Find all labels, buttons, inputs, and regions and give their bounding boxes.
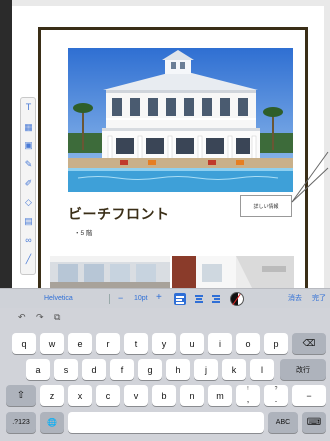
key-question-period[interactable]: ? . — [264, 385, 288, 406]
align-left-icon[interactable] — [174, 293, 186, 305]
numbers-key[interactable]: .?123 — [6, 412, 36, 433]
document-canvas[interactable]: ビーチフロント ・5 階 詳しい情報 T ▦ ▣ ✎ ✐ ◇ ▤ ∞ ╱ — [0, 0, 330, 288]
line-icon[interactable]: ╱ — [24, 254, 33, 264]
font-size-decrease-button[interactable]: − — [118, 291, 123, 305]
key-s[interactable]: s — [54, 359, 78, 380]
key-q[interactable]: q — [12, 333, 36, 354]
key-dash[interactable]: − — [292, 385, 326, 406]
info-text-box[interactable]: 詳しい情報 — [240, 195, 292, 217]
align-right-icon[interactable] — [211, 294, 221, 304]
chart-icon[interactable]: ▤ — [24, 216, 33, 226]
key-sub-label: ? — [274, 386, 278, 392]
interior-image-1[interactable] — [50, 256, 170, 288]
done-button[interactable]: 完了 — [312, 292, 326, 306]
interior-image-2[interactable] — [172, 256, 294, 288]
key-b[interactable]: b — [152, 385, 176, 406]
separator — [109, 294, 110, 304]
shift-key-icon[interactable]: ⇧ — [6, 385, 36, 406]
key-i[interactable]: i — [208, 333, 232, 354]
key-o[interactable]: o — [236, 333, 260, 354]
globe-icon[interactable]: 🌐 — [40, 412, 64, 433]
key-f[interactable]: f — [110, 359, 134, 380]
key-w[interactable]: w — [40, 333, 64, 354]
format-toolbar: Helvetica − 10pt + 消去 完了 — [0, 288, 330, 308]
key-z[interactable]: z — [40, 385, 64, 406]
key-l[interactable]: l — [250, 359, 274, 380]
key-y[interactable]: y — [152, 333, 176, 354]
key-g[interactable]: g — [138, 359, 162, 380]
image-icon[interactable]: ▣ — [24, 140, 33, 150]
font-size-value[interactable]: 10pt — [134, 292, 148, 306]
undo-icon[interactable]: ↶ — [18, 311, 26, 323]
key-r[interactable]: r — [96, 333, 120, 354]
document-subtitle[interactable]: ・5 階 — [74, 227, 92, 237]
pen-icon[interactable]: ✎ — [24, 159, 33, 169]
clear-button[interactable]: 消去 — [288, 292, 302, 306]
document-title[interactable]: ビーチフロント — [68, 204, 170, 224]
software-keyboard: ↶ ↷ ⧉ q w e r t y u i o p ⌫ a s d f g h … — [0, 308, 330, 441]
key-main-label: , — [246, 393, 250, 404]
callout-pointer-lines — [290, 150, 330, 215]
key-j[interactable]: j — [194, 359, 218, 380]
keyboard-shortcut-bar: ↶ ↷ ⧉ — [0, 308, 330, 328]
table-icon[interactable]: ▦ — [24, 122, 33, 132]
key-d[interactable]: d — [82, 359, 106, 380]
redo-icon[interactable]: ↷ — [36, 311, 44, 323]
key-n[interactable]: n — [180, 385, 204, 406]
text-icon[interactable]: T — [24, 102, 33, 112]
link-icon[interactable]: ∞ — [24, 235, 33, 245]
beach-house-image[interactable] — [68, 48, 293, 192]
key-sub-label: ! — [247, 386, 249, 392]
key-m[interactable]: m — [208, 385, 232, 406]
key-x[interactable]: x — [68, 385, 92, 406]
key-e[interactable]: e — [68, 333, 92, 354]
key-v[interactable]: v — [124, 385, 148, 406]
key-h[interactable]: h — [166, 359, 190, 380]
key-c[interactable]: c — [96, 385, 120, 406]
align-center-icon[interactable] — [194, 294, 204, 304]
return-key[interactable]: 改行 — [280, 359, 326, 380]
key-u[interactable]: u — [180, 333, 204, 354]
delete-key-icon[interactable]: ⌫ — [292, 333, 326, 354]
key-p[interactable]: p — [264, 333, 288, 354]
key-exclaim-comma[interactable]: ! , — [236, 385, 260, 406]
key-k[interactable]: k — [222, 359, 246, 380]
space-bar[interactable] — [68, 412, 264, 433]
font-size-increase-button[interactable]: + — [156, 291, 162, 305]
paste-icon[interactable]: ⧉ — [54, 311, 60, 323]
insert-toolbar: T ▦ ▣ ✎ ✐ ◇ ▤ ∞ ╱ — [20, 97, 36, 275]
canvas-left-edge — [0, 0, 12, 288]
key-main-label: . — [274, 393, 278, 404]
brush-icon[interactable]: ✐ — [24, 178, 33, 188]
key-a[interactable]: a — [26, 359, 50, 380]
abc-key[interactable]: ABC — [268, 412, 298, 433]
shape-icon[interactable]: ◇ — [24, 197, 33, 207]
keyboard-dismiss-icon[interactable]: ⌨ — [302, 412, 326, 433]
font-name-button[interactable]: Helvetica — [44, 292, 73, 306]
key-t[interactable]: t — [124, 333, 148, 354]
